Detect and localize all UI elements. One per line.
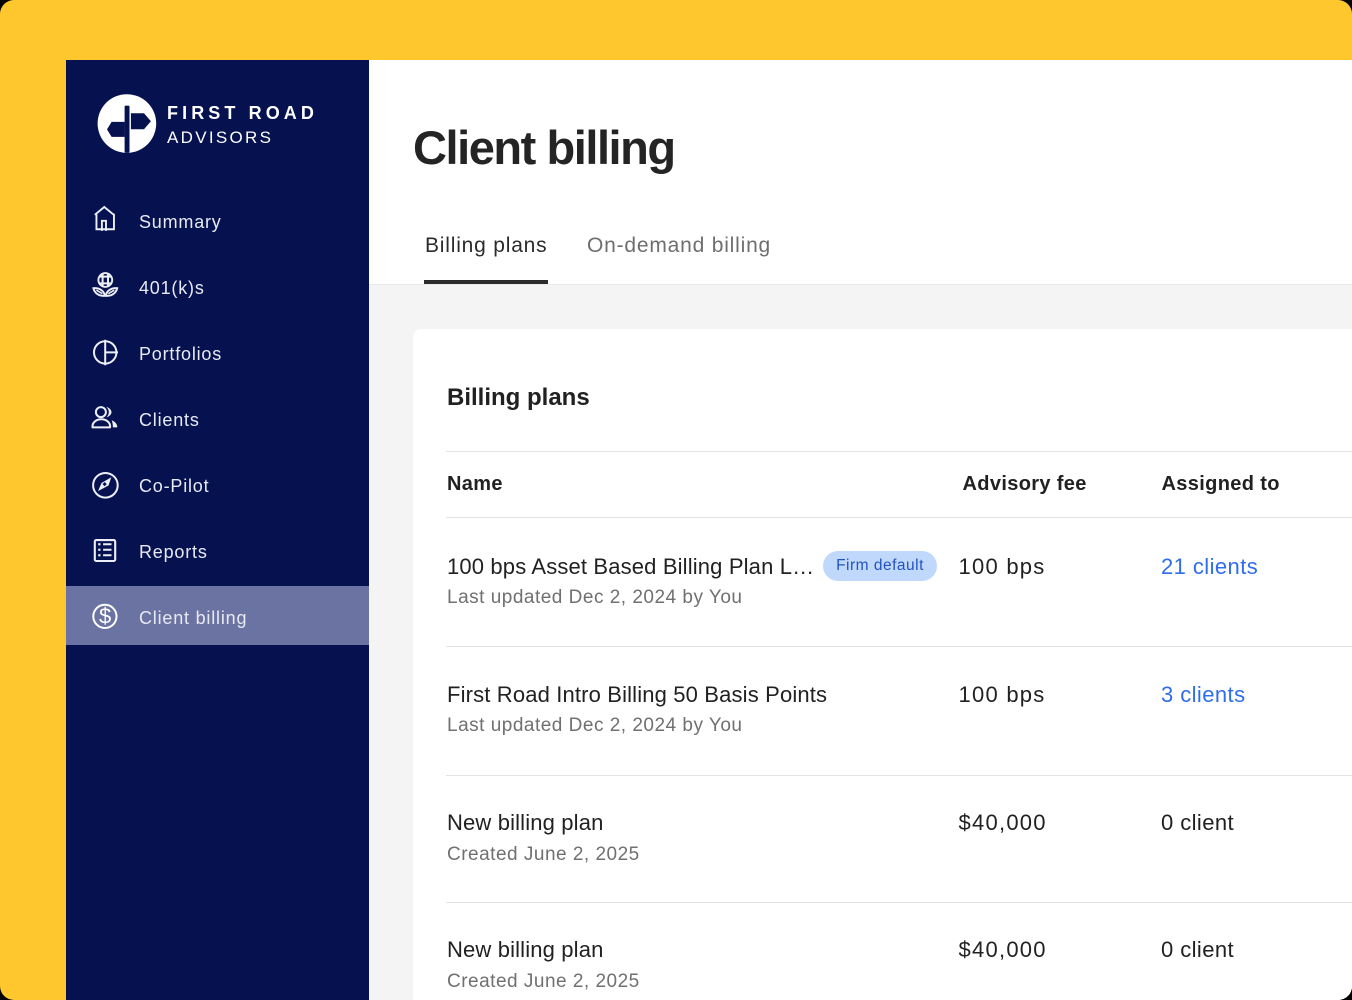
svg-text:$: $ bbox=[99, 603, 111, 628]
